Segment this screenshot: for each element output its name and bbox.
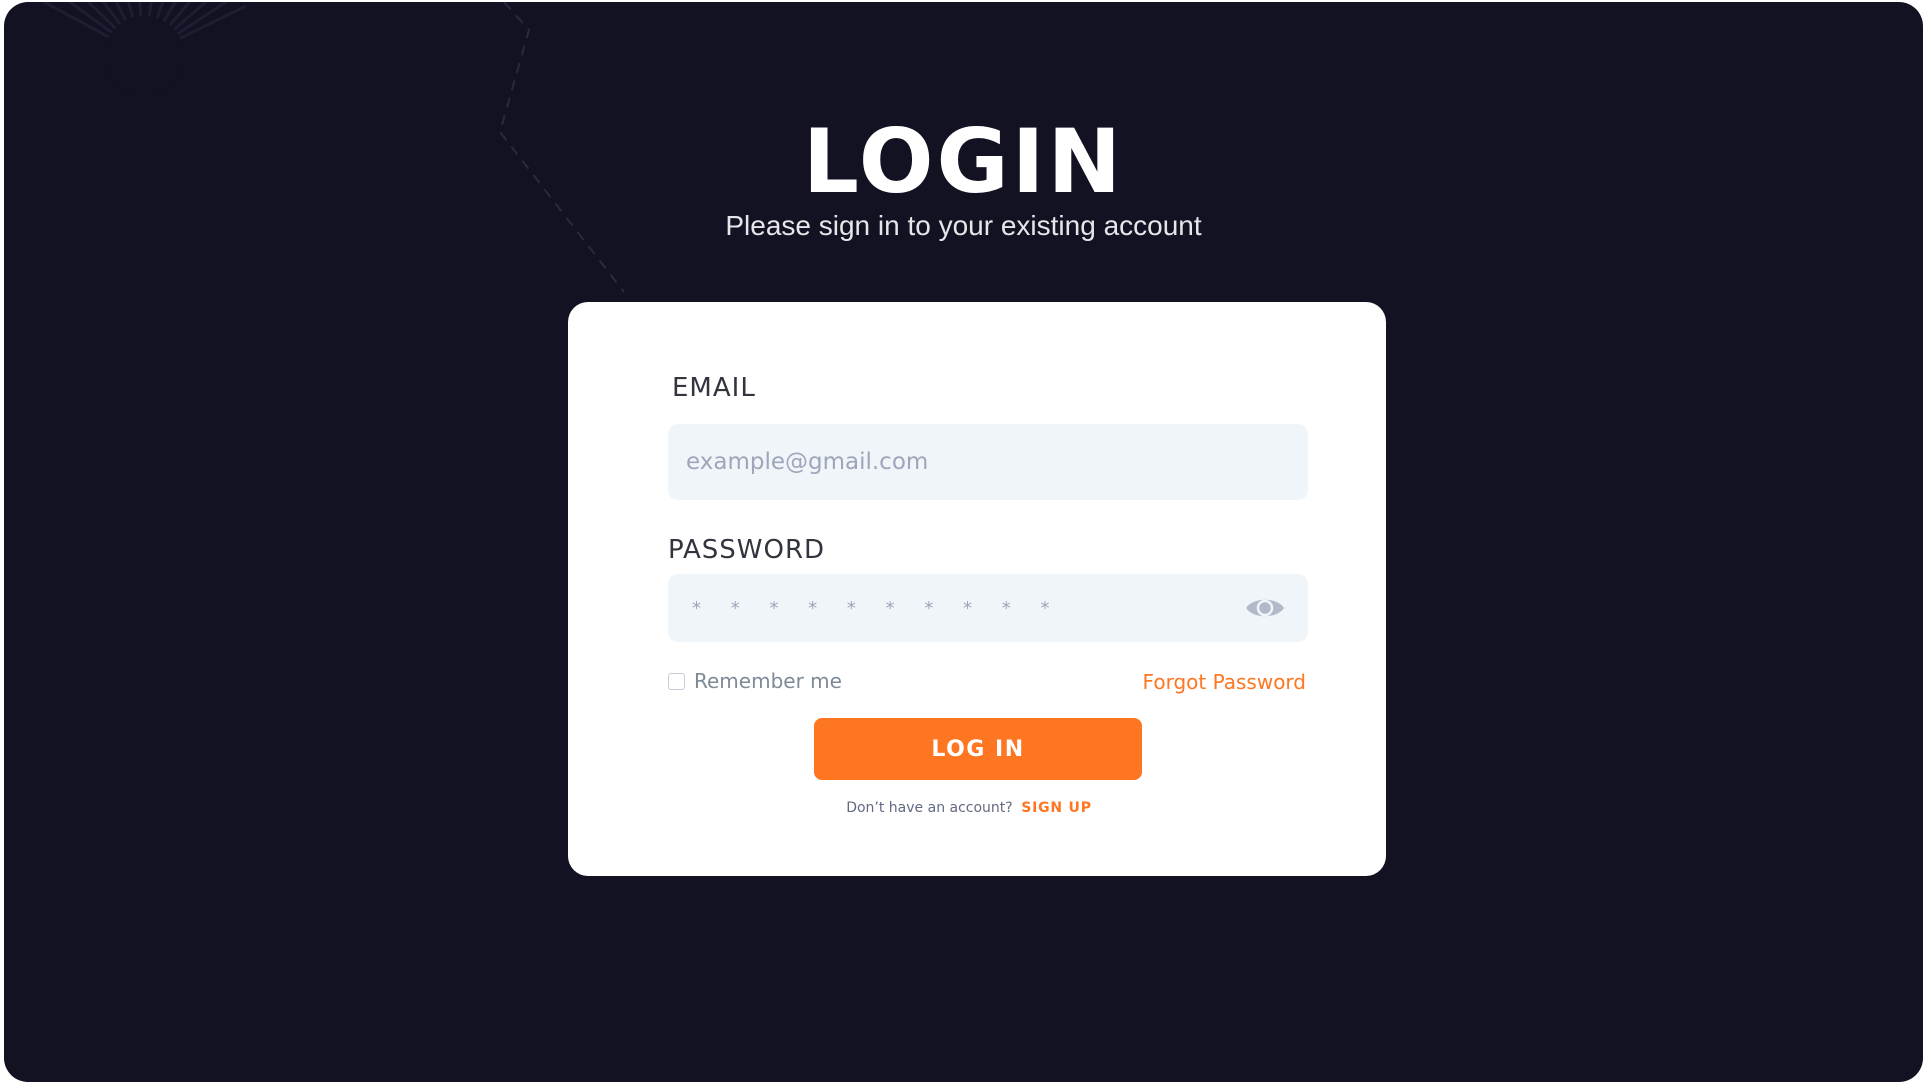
checkbox-box[interactable]: [668, 672, 685, 690]
password-field[interactable]: * * * * * * * * * *: [668, 574, 1308, 642]
eye-icon[interactable]: [1244, 594, 1286, 622]
signup-prompt-text: Don’t have an account?: [846, 800, 1013, 816]
login-card: EMAIL PASSWORD * * * * * * * * * * Remem…: [568, 302, 1386, 876]
login-screen: LOGIN Please sign in to your existing ac…: [4, 2, 1923, 1082]
signup-link[interactable]: SIGN UP: [1021, 800, 1092, 816]
email-field-container: [668, 424, 1308, 500]
login-button[interactable]: LOG IN: [814, 718, 1142, 780]
email-field[interactable]: [686, 424, 1290, 500]
password-masked-value: * * * * * * * * * *: [692, 597, 1062, 619]
page-title: LOGIN: [802, 110, 1125, 213]
remember-me-checkbox[interactable]: Remember me: [668, 668, 842, 694]
remember-me-label: Remember me: [694, 669, 842, 693]
password-label: PASSWORD: [668, 535, 826, 565]
page-subtitle: Please sign in to your existing account: [725, 210, 1202, 241]
forgot-password-link[interactable]: Forgot Password: [1143, 669, 1306, 695]
signup-prompt-row: Don’t have an account? SIGN UP: [568, 798, 1386, 818]
email-label: EMAIL: [672, 373, 756, 403]
